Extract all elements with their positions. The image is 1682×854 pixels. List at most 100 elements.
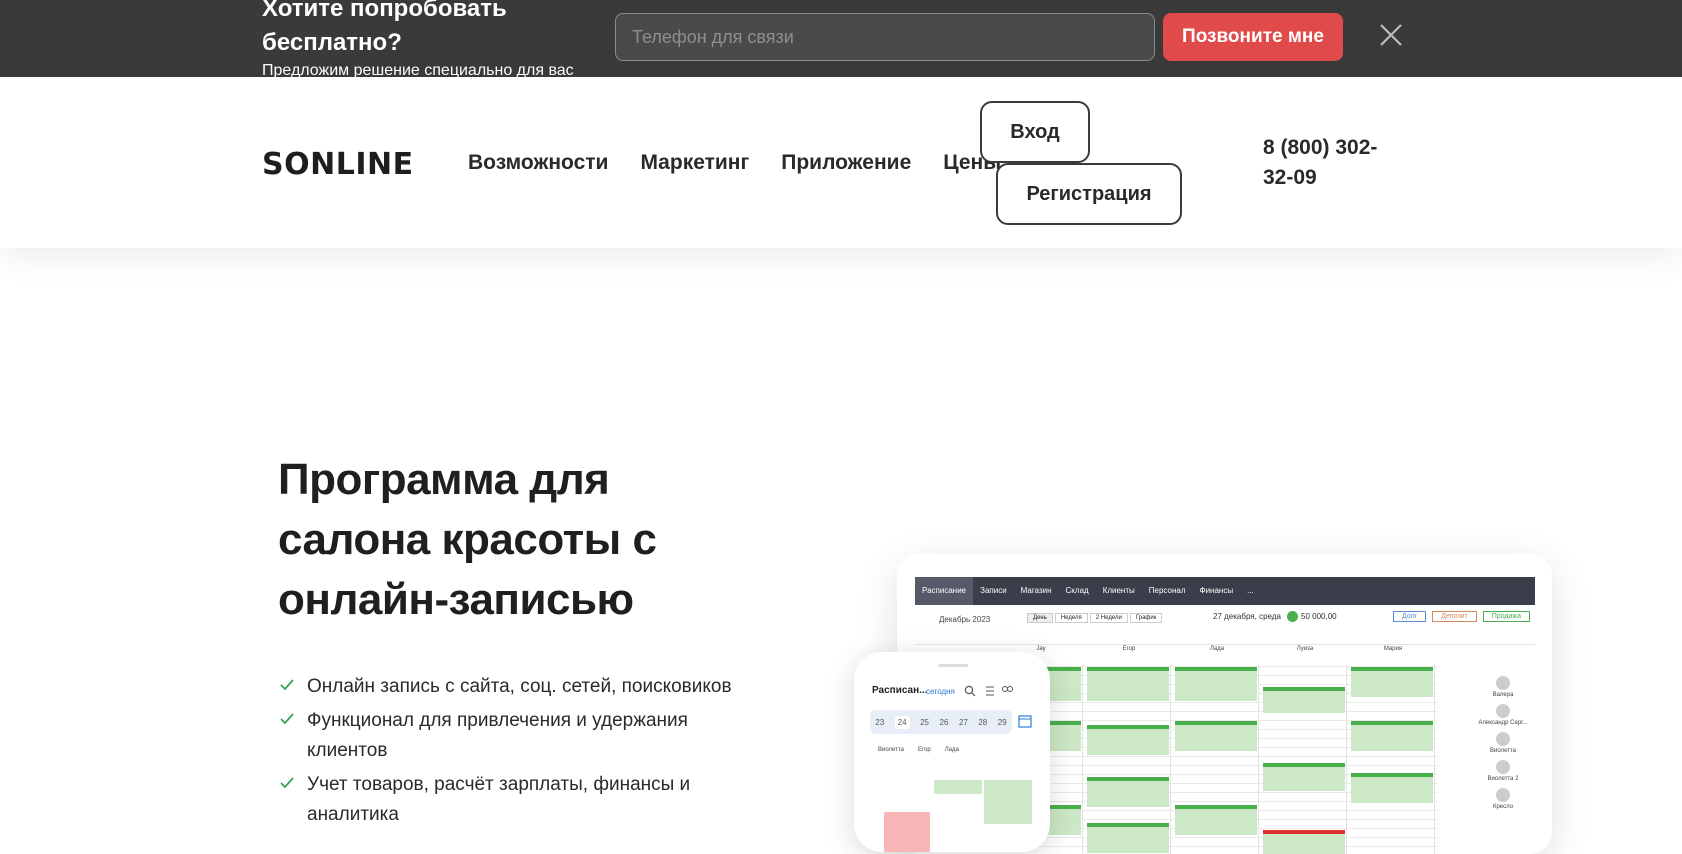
app-view-btn: Неделя: [1054, 613, 1088, 623]
promo-title: Хотите попробовать бесплатно?: [262, 0, 507, 56]
app-topbar: Расписание Записи Магазин Склад Клиенты …: [915, 577, 1535, 605]
avatar: [1496, 704, 1510, 718]
app-date: 27 декабря, среда: [1213, 612, 1281, 621]
app-view-btn: График: [1129, 613, 1163, 623]
feature-list: Онлайн запись с сайта, соц. сетей, поиск…: [278, 672, 748, 834]
right-staff-name: Валера: [1492, 692, 1514, 698]
app-view-btn: День: [1027, 613, 1053, 623]
app-sale-btn: Продажа: [1482, 611, 1530, 622]
app-action-buttons: Долг Депозит Продажа: [1393, 611, 1530, 622]
right-staff-name: Кресло: [1492, 804, 1514, 810]
appointment: [1087, 725, 1169, 755]
phone-day: 26: [939, 717, 949, 727]
check-icon: [280, 679, 294, 691]
appointment: [1087, 823, 1169, 853]
logo[interactable]: SONLINE: [262, 146, 414, 182]
register-button[interactable]: Регистрация: [996, 163, 1182, 225]
staff-name: Лада: [1209, 646, 1225, 652]
phone-day: 25: [920, 717, 929, 727]
phone-staff-name: Виолетта: [878, 747, 904, 753]
appointment: [1175, 667, 1257, 701]
appointment: [1175, 721, 1257, 751]
main-nav: Возможности Маркетинг Приложение Цены: [468, 149, 1033, 177]
schedule-column: [1173, 665, 1259, 854]
appointment: [1087, 667, 1169, 701]
feature-item: Учет товаров, расчёт зарплаты, финансы и…: [278, 770, 748, 830]
appointment: [1351, 721, 1433, 751]
schedule-column: [1261, 665, 1347, 854]
phone-notch: [938, 664, 968, 667]
feature-item: Онлайн запись с сайта, соц. сетей, поиск…: [278, 672, 748, 702]
phone-title: Расписан...: [872, 685, 928, 696]
app-debt-btn: Долг: [1393, 611, 1427, 622]
staff-name: Мария: [1383, 646, 1403, 652]
phone-day: 29: [997, 717, 1007, 727]
staff-name: Луиза: [1296, 646, 1314, 652]
right-staff-name: Виолетта 2: [1487, 776, 1519, 782]
app-view-btn: 2 Недели: [1089, 613, 1128, 623]
app-deposit-btn: Депозит: [1432, 611, 1477, 622]
nav-app[interactable]: Приложение: [781, 149, 911, 177]
appointment: [1351, 667, 1433, 697]
phone-input[interactable]: [615, 13, 1155, 61]
appointment: [1175, 805, 1257, 835]
appointment: [1087, 777, 1169, 807]
nav-features[interactable]: Возможности: [468, 149, 608, 177]
feature-text: Учет товаров, расчёт зарплаты, финансы и…: [307, 774, 691, 825]
logo-text: SONLINE: [262, 146, 414, 182]
feature-text: Функционал для привлечения и удержания к…: [307, 710, 688, 761]
promo-subtitle: Предложим решение специально для вас: [262, 62, 574, 77]
app-view-buttons: День Неделя 2 Недели График: [1027, 613, 1163, 623]
app-tab: Записи: [980, 586, 1007, 595]
phone-day: 24: [894, 715, 910, 729]
promo-bar: Хотите попробовать бесплатно? Предложим …: [0, 0, 1682, 77]
staff-name: Егор: [1122, 646, 1136, 652]
phone-staff-name: Егор: [917, 747, 931, 753]
app-tab: Финансы: [1199, 586, 1234, 595]
app-month: Декабрь 2023: [939, 615, 991, 624]
right-staff-list: Валера Александр Серг... Виолетта Виолет…: [1471, 670, 1535, 854]
app-tab: Клиенты: [1102, 586, 1135, 595]
phone-staff: Виолетта Егор Лада: [878, 747, 959, 753]
phone-day: 23: [875, 717, 885, 727]
check-icon: [280, 777, 294, 789]
right-staff-name: Виолетта: [1490, 748, 1516, 754]
avatar: [1496, 760, 1510, 774]
feature-text: Онлайн запись с сайта, соц. сетей, поиск…: [307, 676, 732, 697]
app-tab: Склад: [1065, 586, 1089, 595]
phone-day: 28: [978, 717, 988, 727]
schedule-column: [1085, 665, 1171, 854]
phone-today: сегодня: [926, 687, 955, 696]
hero-title: Программа для салона красоты с онлайн-за…: [278, 455, 657, 624]
appointment: [1263, 830, 1345, 854]
staff-header: Jay Егор Лада Луиза Мария: [997, 646, 1437, 664]
avatar: [1496, 788, 1510, 802]
phone-screenshot: Расписан... сегодня 23 24 25 26 27 28 29…: [854, 652, 1050, 852]
schedule-grid: [997, 665, 1437, 854]
phone-appointment: [884, 812, 930, 852]
calendar-icon: [1018, 715, 1032, 728]
right-staff-name: Александр Серг...: [1478, 720, 1528, 726]
avatar: [1496, 676, 1510, 690]
close-icon[interactable]: [1378, 22, 1404, 48]
appointment: [1351, 773, 1433, 803]
login-button[interactable]: Вход: [980, 101, 1090, 163]
phone-week: 23 24 25 26 27 28 29: [870, 710, 1012, 734]
appointment: [1263, 687, 1345, 713]
app-tab: Персонал: [1148, 586, 1186, 595]
app-tab: Расписание: [915, 577, 974, 605]
phone-appointment: [934, 780, 982, 794]
app-balance: 50 000,00: [1301, 612, 1337, 621]
phone-staff-name: Лада: [944, 747, 959, 753]
phone-day: 27: [958, 717, 968, 727]
search-icon: [964, 685, 976, 697]
avatar: [1496, 732, 1510, 746]
app-tab: Магазин: [1020, 586, 1052, 595]
header-phone[interactable]: 8 (800) 302-32-09: [1263, 133, 1403, 193]
schedule-column: [1349, 665, 1435, 854]
nav-marketing[interactable]: Маркетинг: [640, 149, 749, 177]
check-icon: [280, 713, 294, 725]
app-subbar: Декабрь 2023 День Неделя 2 Недели График…: [915, 605, 1535, 645]
phone-appointment: [984, 780, 1032, 824]
call-me-button[interactable]: Позвоните мне: [1163, 13, 1343, 61]
